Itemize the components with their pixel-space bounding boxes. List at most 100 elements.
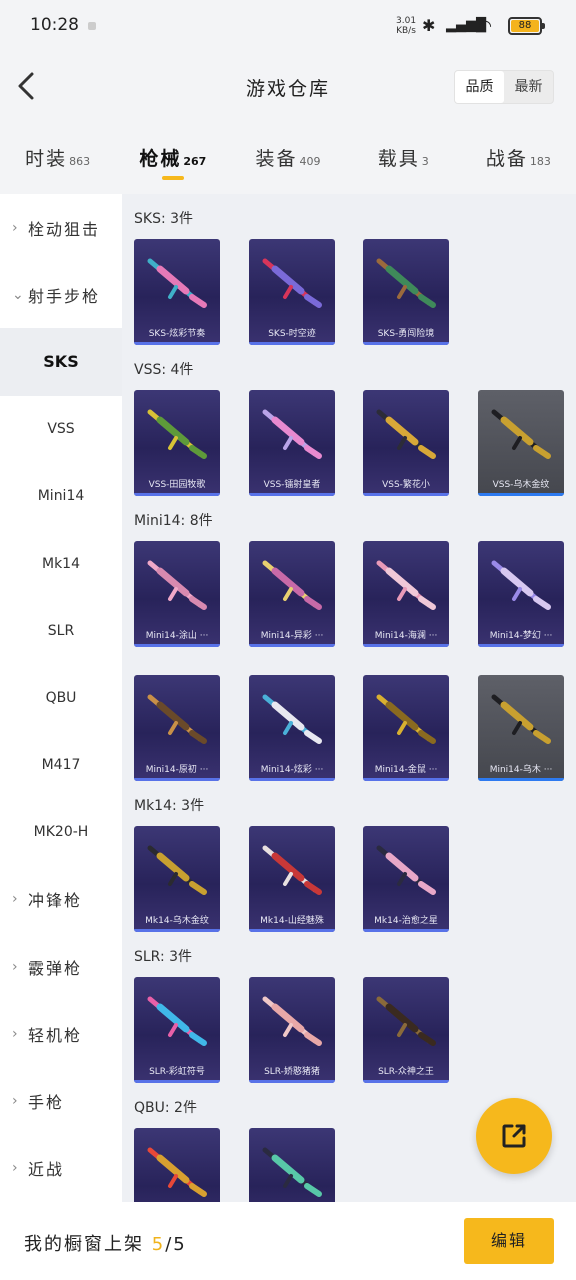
rifle-icon (262, 258, 322, 308)
skin-card[interactable]: Mini14-涂山 ··· (134, 541, 220, 647)
sidebar-item-qbu[interactable]: QBU (0, 664, 122, 731)
skin-card[interactable]: Mini14-原初 ··· (134, 675, 220, 781)
sidebar-item-mk14[interactable]: Mk14 (0, 530, 122, 597)
skin-card[interactable]: SLR-众神之王 (363, 977, 449, 1083)
showcase-bar: 我的橱窗上架 5/5 编辑 (0, 1202, 576, 1280)
skin-card[interactable]: Mini14-异彩 ··· (249, 541, 335, 647)
sidebar-item-label: 霰弹枪 (28, 958, 83, 978)
skin-name: Mini14-乌木 ··· (489, 765, 553, 775)
sidebar-item-shotgun[interactable]: › 霰弹枪 (0, 933, 122, 1000)
skin-name: Mini14-金鼠 ··· (374, 765, 438, 775)
skin-card[interactable]: VSS-繁花小 (363, 390, 449, 496)
rifle-icon (376, 409, 436, 459)
sidebar-item-smg[interactable]: › 冲锋枪 (0, 866, 122, 933)
sidebar-item-bolt-action[interactable]: › 栓动狙击 (0, 194, 122, 261)
skin-name: VSS-乌木金纹 (492, 480, 550, 490)
rifle-icon (147, 1147, 207, 1197)
edit-button[interactable]: 编辑 (464, 1218, 554, 1264)
skin-card[interactable]: SLR-娇憨猪猪 (249, 977, 335, 1083)
sidebar-item-lmg[interactable]: › 轻机枪 (0, 1000, 122, 1067)
skin-card[interactable] (134, 1128, 220, 1202)
tab-vehicles[interactable]: 载具 3 (346, 130, 461, 190)
bluetooth-icon: ✱ (422, 16, 436, 35)
sort-toggle[interactable]: 品质 最新 (454, 70, 554, 104)
skin-card[interactable]: Mini14-海澜 ··· (363, 541, 449, 647)
skin-name: Mini14-涂山 ··· (145, 631, 209, 641)
skin-name: Mini14-炫彩 ··· (260, 765, 324, 775)
section-title: QBU: 2件 (134, 1100, 197, 1116)
active-tab-indicator (161, 176, 184, 180)
tab-count: 267 (183, 155, 207, 168)
tab-equipment[interactable]: 装备 409 (230, 130, 345, 190)
sidebar-item-label: SKS (43, 352, 79, 372)
sidebar-item-mini14[interactable]: Mini14 (0, 463, 122, 530)
wifi-icon: ◠ (478, 16, 492, 35)
skin-card[interactable]: Mk14-山经魅殊 (249, 826, 335, 932)
sidebar-item-vss[interactable]: VSS (0, 396, 122, 463)
showcase-count: 5 (151, 1234, 166, 1255)
sidebar-item-label: Mini14 (37, 488, 85, 505)
skin-card[interactable]: Mini14-炫彩 ··· (249, 675, 335, 781)
chevron-right-icon: › (12, 891, 20, 908)
sidebar-item-slr[interactable]: SLR (0, 597, 122, 664)
skin-grid: SKS: 3件 SKS-炫彩节奏 SKS-时空迹 SKS-勇闯险境 VSS: 4… (122, 194, 576, 1202)
rifle-icon (376, 845, 436, 895)
skin-name: Mini14-海澜 ··· (374, 631, 438, 641)
skin-card[interactable]: VSS-乌木金纹 (478, 390, 564, 496)
sort-latest-button[interactable]: 最新 (504, 71, 553, 103)
skin-card[interactable]: Mini14-金鼠 ··· (363, 675, 449, 781)
skin-card[interactable]: Mk14-乌木金纹 (134, 826, 220, 932)
battery-icon: 88 (508, 17, 545, 35)
skin-card[interactable]: Mini14-梦幻 ··· (478, 541, 564, 647)
skin-card[interactable]: Mini14-乌木 ··· (478, 675, 564, 781)
skin-card[interactable]: SKS-炫彩节奏 (134, 239, 220, 345)
skin-name: Mk14-乌木金纹 (145, 916, 209, 926)
tab-guns[interactable]: 枪械 267 (115, 130, 230, 190)
skin-name: SLR-众神之王 (378, 1067, 434, 1077)
tab-supplies[interactable]: 战备 183 (461, 130, 576, 190)
skin-card[interactable]: VSS-镭射皇者 (249, 390, 335, 496)
showcase-total: /5 (165, 1234, 187, 1255)
sort-quality-button[interactable]: 品质 (455, 71, 504, 103)
skin-name: SKS-时空迹 (268, 329, 316, 339)
rifle-icon (147, 845, 207, 895)
skin-name: SLR-彩虹符号 (149, 1067, 205, 1077)
sidebar-item-label: 手枪 (28, 1093, 65, 1113)
sidebar-item-melee[interactable]: › 近战 (0, 1135, 122, 1202)
skin-name: Mk14-山经魅殊 (260, 916, 324, 926)
sidebar-item-label: SLR (47, 622, 75, 639)
rifle-icon (491, 409, 551, 459)
skin-name: Mk14-治愈之星 (374, 916, 438, 926)
sidebar-item-label: 射手步枪 (28, 286, 101, 306)
notification-icon (88, 22, 96, 30)
rifle-icon (147, 409, 207, 459)
sidebar-item-sks[interactable]: SKS (0, 328, 122, 396)
skin-card[interactable]: VSS-田园牧歌 (134, 390, 220, 496)
rifle-icon (376, 560, 436, 610)
skin-name: Mini14-梦幻 ··· (489, 631, 553, 641)
section-title: Mini14: 8件 (134, 513, 213, 529)
sidebar-item-label: M417 (41, 757, 81, 774)
skin-name: VSS-镭射皇者 (263, 480, 321, 490)
network-speed: 3.01 KB/s (396, 16, 416, 36)
sidebar-item-m417[interactable]: M417 (0, 732, 122, 799)
status-bar: 10:28 3.01 KB/s ✱ ▂▄▆█ ◠ 88 (0, 0, 576, 52)
rifle-icon (147, 560, 207, 610)
sidebar-item-dmr[interactable]: ⌄ 射手步枪 (0, 261, 122, 328)
skin-card[interactable]: SKS-勇闯险境 (363, 239, 449, 345)
rifle-icon (262, 560, 322, 610)
sidebar-item-pistol[interactable]: › 手枪 (0, 1067, 122, 1134)
showcase-label: 我的橱窗上架 5/5 (24, 1230, 187, 1256)
tab-fashion[interactable]: 时装 863 (0, 130, 115, 190)
skin-card[interactable]: Mk14-治愈之星 (363, 826, 449, 932)
share-button[interactable] (476, 1098, 552, 1174)
chevron-right-icon: › (12, 1093, 20, 1110)
sidebar-item-mk20h[interactable]: MK20-H (0, 799, 122, 866)
skin-card[interactable]: SLR-彩虹符号 (134, 977, 220, 1083)
rifle-icon (376, 694, 436, 744)
skin-card[interactable]: SKS-时空迹 (249, 239, 335, 345)
section-title: VSS: 4件 (134, 362, 194, 378)
skin-name: SLR-娇憨猪猪 (264, 1067, 320, 1077)
skin-card[interactable] (249, 1128, 335, 1202)
chevron-right-icon: › (12, 958, 20, 975)
